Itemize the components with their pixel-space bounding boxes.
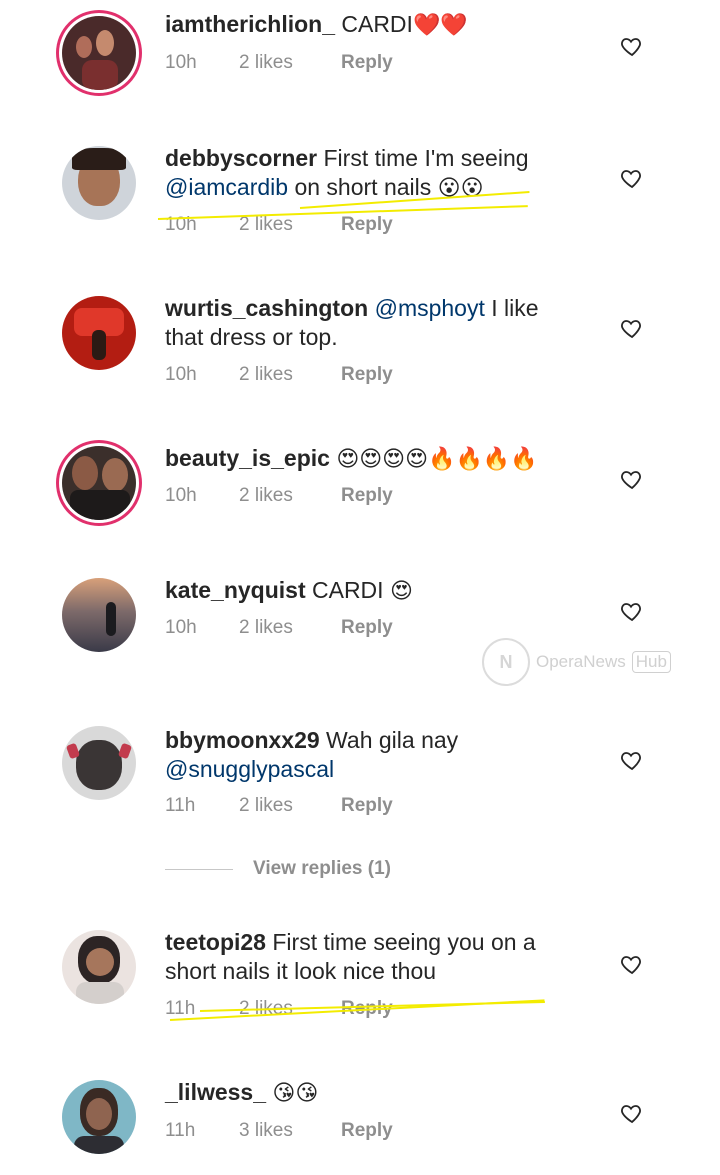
comment-username[interactable]: kate_nyquist (165, 577, 306, 603)
watermark-hub: Hub (631, 651, 671, 673)
comment-text: wurtis_cashington @msphoyt I like that d… (165, 294, 575, 352)
comment-likes[interactable]: 2 likes (239, 617, 341, 639)
comment-emoji: 😍 (389, 578, 413, 603)
comment-likes[interactable]: 3 likes (239, 1120, 341, 1142)
view-replies-button[interactable]: View replies (1) (165, 858, 391, 880)
comment-meta: 10h 2 likes Reply (165, 617, 393, 639)
comment-text: _lilwess_ 😘😘 (165, 1078, 575, 1107)
comment-username[interactable]: beauty_is_epic (165, 445, 330, 471)
comment-mention[interactable]: @snugglypascal (165, 756, 334, 782)
avatar[interactable] (62, 16, 136, 90)
avatar[interactable] (62, 146, 136, 220)
comment-mention[interactable]: @msphoyt (375, 295, 485, 321)
operanews-logo-icon: N (482, 638, 530, 686)
comment-meta: 11h 3 likes Reply (165, 1120, 393, 1142)
comment-likes[interactable]: 2 likes (239, 214, 341, 236)
like-heart-icon[interactable] (620, 952, 644, 976)
watermark-brand: OperaNews (536, 652, 626, 671)
comment-meta: 10h 2 likes Reply (165, 485, 393, 507)
comment-time: 10h (165, 485, 197, 506)
comment-username[interactable]: bbymoonxx29 (165, 727, 320, 753)
comment-text: teetopi28 First time seeing you on a sho… (165, 928, 575, 986)
comment-time: 11h (165, 1120, 196, 1141)
comment-time: 11h (165, 795, 196, 816)
avatar[interactable] (62, 726, 136, 800)
comment-username[interactable]: iamtherichlion_ (165, 11, 335, 37)
avatar[interactable] (62, 1080, 136, 1154)
reply-button[interactable]: Reply (341, 214, 393, 236)
like-heart-icon[interactable] (620, 748, 644, 772)
reply-button[interactable]: Reply (341, 617, 393, 639)
comment-text: bbymoonxx29 Wah gila nay @snugglypascal (165, 726, 575, 784)
comment-emoji: 😍😍😍😍🔥🔥🔥🔥 (336, 446, 538, 471)
avatar[interactable] (62, 930, 136, 1004)
comment-body-continued: on short nails (294, 174, 432, 200)
reply-button[interactable]: Reply (341, 364, 393, 386)
like-heart-icon[interactable] (620, 467, 644, 491)
like-heart-icon[interactable] (620, 1101, 644, 1125)
comment-likes[interactable]: 2 likes (239, 485, 341, 507)
comment-username[interactable]: teetopi28 (165, 929, 266, 955)
comment-meta: 11h 2 likes Reply (165, 795, 393, 817)
comment-body: CARDI (312, 577, 384, 603)
comment-body: First time I'm seeing (323, 145, 529, 171)
avatar[interactable] (62, 446, 136, 520)
comment-meta: 10h 2 likes Reply (165, 364, 393, 386)
reply-button[interactable]: Reply (341, 485, 393, 507)
comment-username[interactable]: debbyscorner (165, 145, 317, 171)
comment-time: 10h (165, 364, 197, 385)
comment-body: Wah gila nay (326, 727, 459, 753)
reply-button[interactable]: Reply (341, 1120, 393, 1142)
comment-likes[interactable]: 2 likes (239, 795, 341, 817)
comment-text: iamtherichlion_ CARDI❤️❤️ (165, 10, 575, 39)
avatar[interactable] (62, 296, 136, 370)
comment-emoji: 😘😘 (272, 1080, 319, 1105)
comment-likes[interactable]: 2 likes (239, 364, 341, 386)
comment-time: 10h (165, 52, 197, 73)
comment-time: 10h (165, 617, 197, 638)
like-heart-icon[interactable] (620, 599, 644, 623)
operanews-watermark: N OperaNews Hub (482, 638, 671, 686)
view-replies-divider (165, 868, 233, 870)
comment-username[interactable]: _lilwess_ (165, 1079, 266, 1105)
reply-button[interactable]: Reply (341, 52, 393, 74)
comment-meta: 10h 2 likes Reply (165, 52, 393, 74)
reply-button[interactable]: Reply (341, 795, 393, 817)
comment-emoji: ❤️❤️ (412, 12, 468, 37)
view-replies-label[interactable]: View replies (1) (253, 858, 391, 880)
like-heart-icon[interactable] (620, 34, 644, 58)
comment-text: beauty_is_epic 😍😍😍😍🔥🔥🔥🔥 (165, 444, 575, 473)
like-heart-icon[interactable] (620, 316, 644, 340)
avatar[interactable] (62, 578, 136, 652)
comment-text: kate_nyquist CARDI 😍 (165, 576, 575, 605)
comment-likes[interactable]: 2 likes (239, 52, 341, 74)
like-heart-icon[interactable] (620, 166, 644, 190)
comment-mention[interactable]: @iamcardib (165, 174, 288, 200)
comment-username[interactable]: wurtis_cashington (165, 295, 368, 321)
comment-body: CARDI (341, 11, 413, 37)
